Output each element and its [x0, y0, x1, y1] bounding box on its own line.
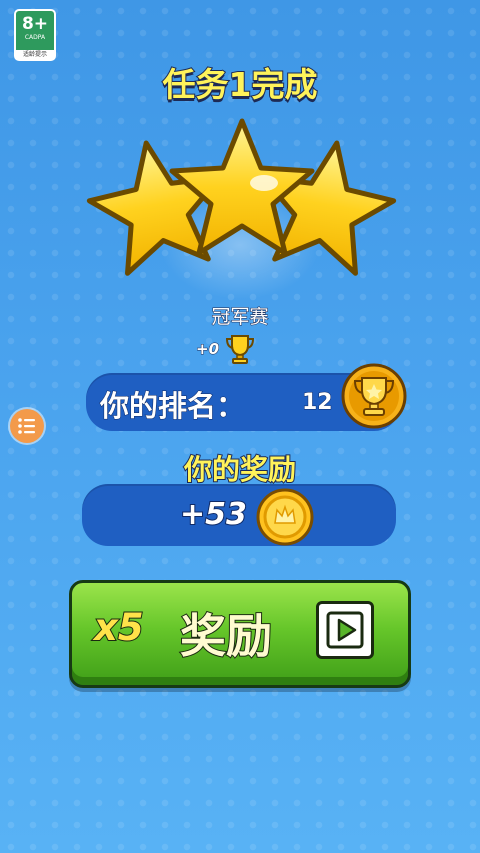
age-rating-badge: 8+ CADPA 适龄提示	[14, 9, 56, 61]
age-rating-value: 8+	[21, 14, 49, 34]
star-rating	[86, 118, 397, 276]
play-video-icon[interactable]	[316, 601, 374, 659]
list-lines-icon	[18, 418, 35, 434]
reward-heading: 你的奖励	[183, 452, 297, 487]
rank-value: 12	[302, 390, 334, 416]
claim-multiplier[interactable]: x5	[93, 605, 145, 650]
trophy-delta-value: +0	[195, 340, 220, 359]
mission-complete-title: 任务1完成	[162, 64, 319, 105]
trophy-icon	[226, 335, 255, 364]
trophy-medal-icon	[341, 363, 407, 429]
reward-coins-value: +53	[179, 496, 248, 533]
menu-list-icon[interactable]	[10, 409, 44, 443]
mode-name: 冠军赛	[211, 306, 269, 329]
rank-label: 你的排名：	[99, 389, 246, 424]
age-rating-org: CADPA	[24, 34, 46, 41]
claim-label[interactable]: 奖励	[179, 600, 273, 666]
coin-icon	[256, 488, 314, 546]
trophy-delta-row: +0	[195, 333, 255, 365]
play-triangle-icon	[326, 611, 364, 649]
